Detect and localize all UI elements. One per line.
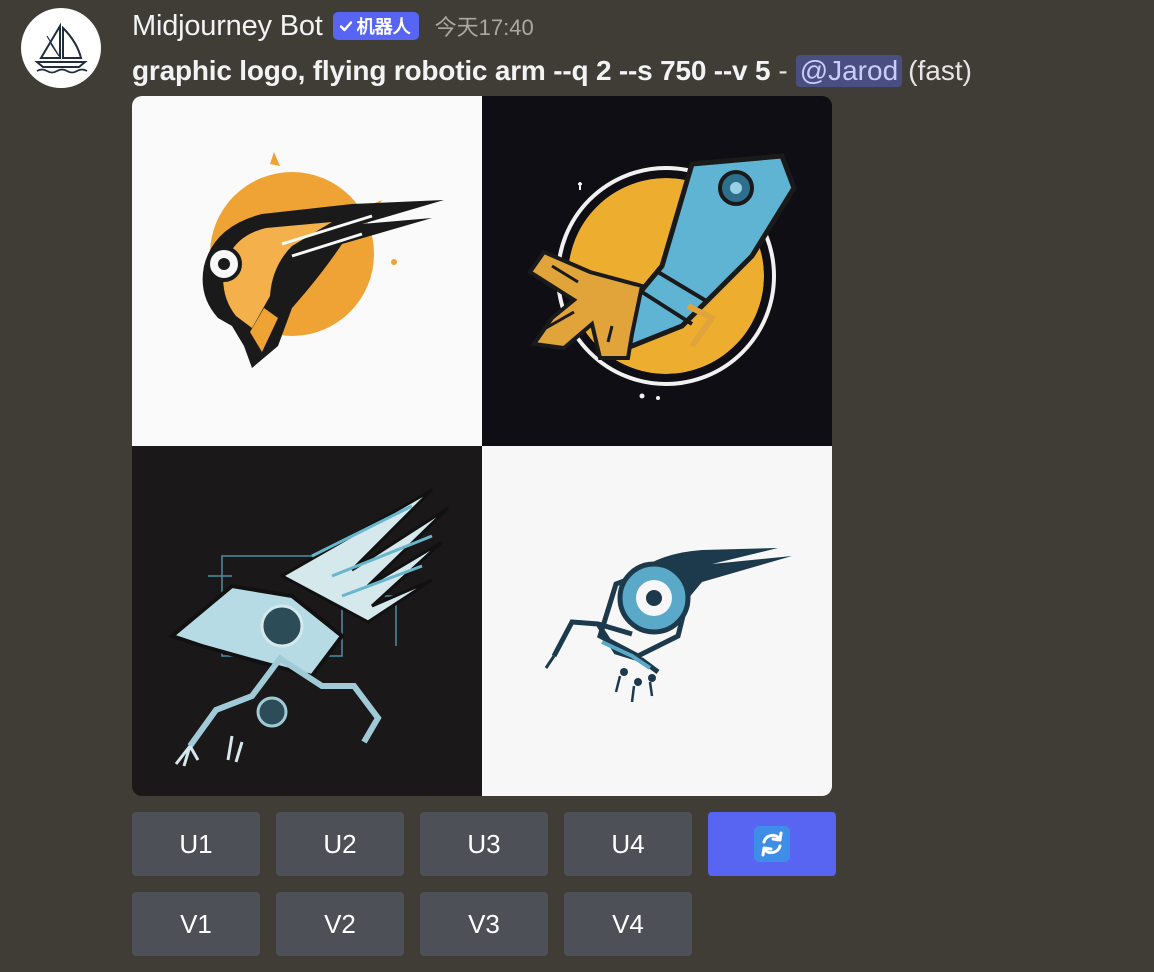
avatar[interactable] (21, 8, 101, 88)
robotic-arm-circle-logo (482, 96, 832, 446)
reroll-icon (754, 826, 790, 862)
separator: - (778, 55, 788, 86)
reroll-button[interactable] (708, 812, 836, 876)
variation-2-button[interactable]: V2 (276, 892, 404, 956)
checkmark-icon (339, 21, 352, 32)
timestamp: 今天17:40 (434, 15, 534, 40)
sailboat-avatar-icon (34, 22, 88, 74)
winged-robotic-arm-logo (132, 446, 482, 796)
upscale-1-button[interactable]: U1 (132, 812, 260, 876)
image-3[interactable] (132, 446, 482, 796)
bot-tag-label: 机器人 (356, 17, 411, 37)
robotic-arm-eye-logo (482, 446, 832, 796)
variation-1-button[interactable]: V1 (132, 892, 260, 956)
message-header: Midjourney Bot 机器人 今天17:40 (132, 8, 534, 44)
prompt-text: graphic logo, flying robotic arm --q 2 -… (132, 55, 771, 86)
upscale-3-button[interactable]: U3 (420, 812, 548, 876)
variation-4-button[interactable]: V4 (564, 892, 692, 956)
robot-helmet-logo (132, 96, 482, 446)
image-2[interactable] (482, 96, 832, 446)
author-name[interactable]: Midjourney Bot (132, 10, 323, 43)
image-4[interactable] (482, 446, 832, 796)
image-1[interactable] (132, 96, 482, 446)
mode-label: (fast) (908, 55, 972, 86)
upscale-2-button[interactable]: U2 (276, 812, 404, 876)
bot-tag: 机器人 (332, 12, 419, 40)
user-mention[interactable]: @Jarod (795, 55, 903, 87)
chat-message: Midjourney Bot 机器人 今天17:40 graphic logo,… (0, 0, 1154, 972)
variation-3-button[interactable]: V3 (420, 892, 548, 956)
image-grid[interactable] (132, 96, 832, 796)
upscale-4-button[interactable]: U4 (564, 812, 692, 876)
message-content: graphic logo, flying robotic arm --q 2 -… (132, 52, 972, 90)
